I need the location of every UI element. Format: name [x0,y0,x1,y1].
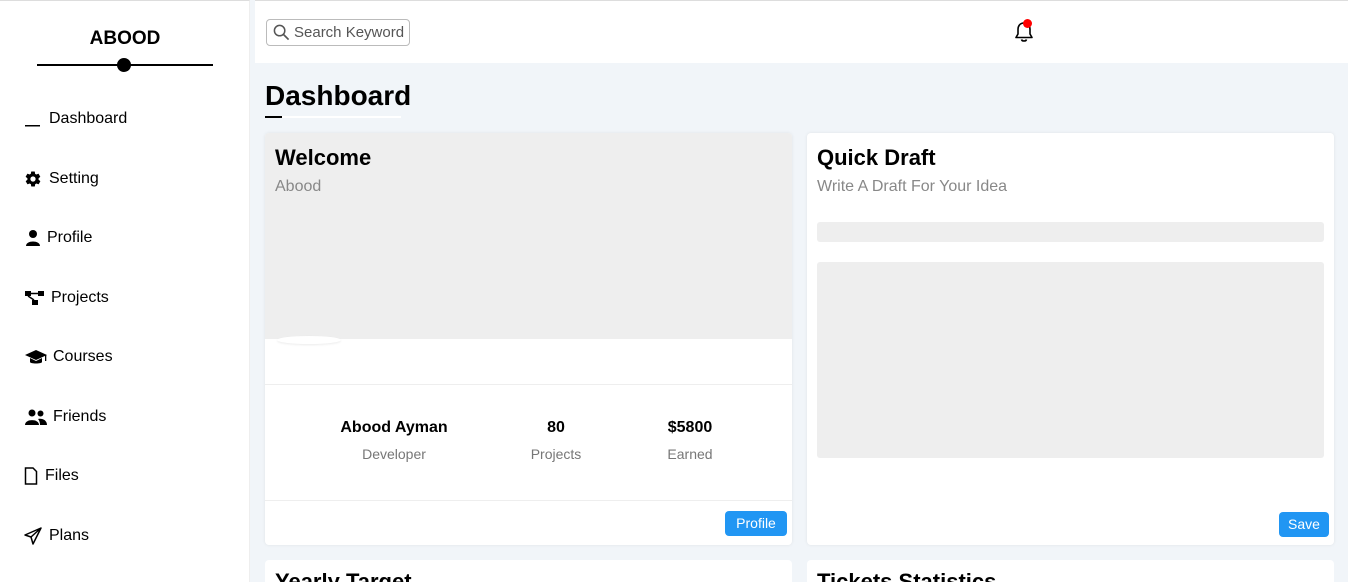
divider [265,500,792,501]
sidebar-item-label: Courses [53,348,113,365]
tickets-statistics-title: Tickets Statistics [817,569,997,582]
draft-title: Quick Draft [817,145,936,170]
sidebar-item-dashboard[interactable]: Dashboard [24,109,127,129]
sidebar-item-label: Dashboard [49,110,128,127]
yearly-target-title: Yearly Target [275,569,412,582]
stat-name: Abood Ayman Developer [324,419,464,462]
logo: ABOOD [89,28,161,49]
draft-content-textarea[interactable] [817,262,1324,458]
stat-value: Abood Ayman [340,419,448,436]
save-button[interactable]: Save [1279,512,1329,537]
title-underline [265,116,401,118]
stat-label: Developer [362,446,426,462]
welcome-card: Welcome Abood Abood Ayman Developer 80 P… [265,133,792,545]
divider [265,384,792,385]
stat-label: Projects [530,446,582,462]
user-icon [24,228,42,248]
graduation-cap-icon [24,347,48,367]
diagram-icon [24,288,46,308]
stat-earned: $5800 Earned [620,419,760,462]
quick-draft-card: Quick Draft Write A Draft For Your Idea … [807,133,1334,545]
sidebar-item-profile[interactable]: Profile [24,228,92,248]
stat-label: Earned [667,446,713,462]
gear-icon [24,169,44,189]
sidebar-item-courses[interactable]: Courses [24,347,113,367]
logo-dot [117,58,131,72]
search-box[interactable] [266,19,410,46]
sidebar-item-label: Friends [53,408,107,425]
sidebar-item-label: Profile [47,229,93,246]
search-input[interactable] [294,24,404,41]
draft-subtitle: Write A Draft For Your Idea [817,178,1008,195]
sidebar-item-label: Setting [49,170,99,187]
sidebar-item-setting[interactable]: Setting [24,169,99,189]
search-icon [273,24,290,41]
sidebar-item-files[interactable]: Files [24,466,79,486]
sidebar: ABOOD Dashboard Setting Profile Projects… [0,0,250,582]
users-icon [24,407,48,427]
sidebar-item-label: Projects [51,289,109,306]
page-title: Dashboard [265,80,412,111]
welcome-title: Welcome [275,145,372,170]
stat-value: $5800 [667,419,713,436]
sidebar-item-label: Files [45,467,79,484]
top-bar [255,0,1348,63]
welcome-subtitle: Abood [275,178,322,195]
dash-icon [24,109,44,129]
tickets-statistics-card: Tickets Statistics [807,560,1334,582]
avatar [277,336,341,344]
notification-dot [1023,19,1032,28]
profile-button[interactable]: Profile [725,511,787,536]
yearly-target-card: Yearly Target [265,560,792,582]
paper-plane-icon [24,526,44,546]
sidebar-item-plans[interactable]: Plans [24,526,89,546]
draft-title-input[interactable] [817,222,1324,242]
title-underline-accent [265,116,282,118]
stat-value: 80 [547,419,565,436]
stat-projects: 80 Projects [486,419,626,462]
sidebar-item-projects[interactable]: Projects [24,288,109,308]
sidebar-item-label: Plans [49,527,90,544]
file-icon [24,466,40,486]
sidebar-item-friends[interactable]: Friends [24,407,106,427]
